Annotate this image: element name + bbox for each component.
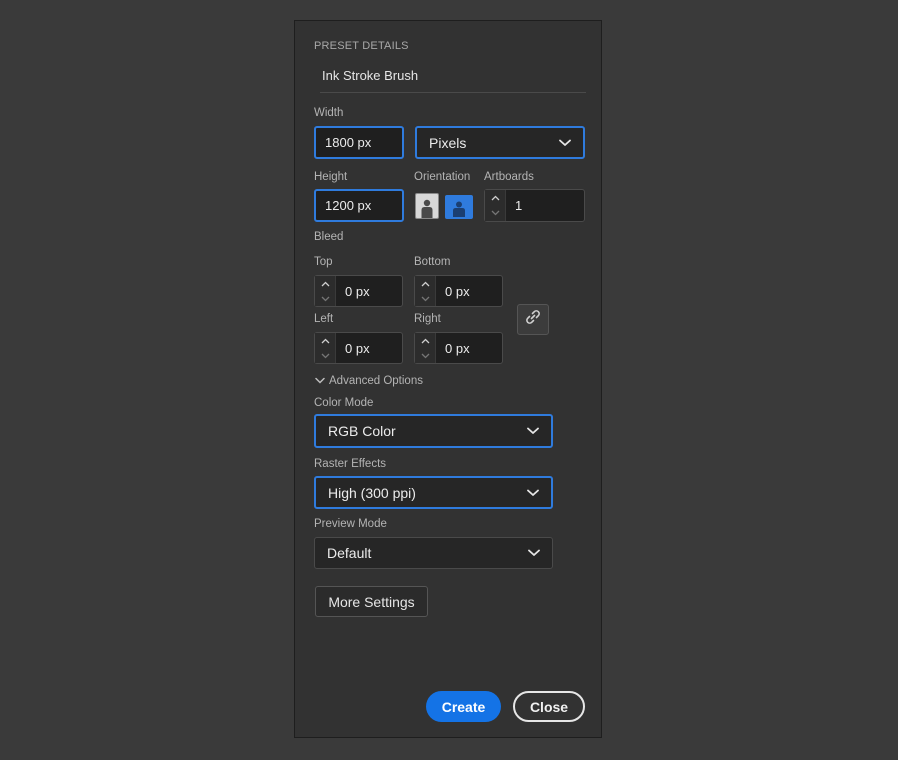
bleed-right-arrows [415,333,436,363]
units-value: Pixels [429,134,467,151]
width-input[interactable]: 1800 px [314,126,404,159]
bleed-top-arrows [315,276,336,306]
link-bleed-button[interactable] [517,304,549,335]
artboards-stepper[interactable]: 1 [484,189,585,222]
chevron-down-icon[interactable] [315,291,335,306]
chevron-down-icon[interactable] [415,348,435,363]
bleed-label: Bleed [314,231,344,243]
height-input[interactable]: 1200 px [314,189,404,222]
bleed-right-label: Right [414,313,441,325]
chevron-up-icon[interactable] [315,333,335,348]
bleed-bottom-stepper[interactable]: 0 px [414,275,503,307]
bleed-top-label: Top [314,256,333,268]
bleed-top-stepper[interactable]: 0 px [314,275,403,307]
artboards-label: Artboards [484,171,534,183]
bleed-bottom-label: Bottom [414,256,451,268]
bleed-left-label: Left [314,313,334,325]
advanced-options-toggle[interactable]: Advanced Options [315,375,423,387]
color-mode-select[interactable]: RGB Color [314,414,553,448]
bleed-bottom-arrows [415,276,436,306]
more-settings-button[interactable]: More Settings [315,586,428,617]
bleed-bottom-value: 0 px [445,283,470,299]
chevron-up-icon[interactable] [415,333,435,348]
chevron-down-icon [527,487,539,499]
advanced-options-label: Advanced Options [329,375,423,387]
landscape-orientation-icon[interactable] [445,195,473,219]
chevron-up-icon[interactable] [485,190,505,206]
raster-effects-label: Raster Effects [314,458,387,470]
new-document-preset-panel: PRESET DETAILS Ink Stroke Brush Width 18… [294,20,602,738]
color-mode-value: RGB Color [328,423,396,439]
preset-details-title: PRESET DETAILS [314,40,409,52]
chevron-up-icon[interactable] [415,276,435,291]
bleed-left-stepper[interactable]: 0 px [314,332,403,364]
chevron-down-icon [527,425,539,437]
preset-name-field[interactable]: Ink Stroke Brush [320,68,586,93]
color-mode-label: Color Mode [314,397,374,409]
bleed-left-arrows [315,333,336,363]
chevron-down-icon [528,547,540,559]
bleed-top-value: 0 px [345,283,370,299]
raster-effects-value: High (300 ppi) [328,484,416,501]
chevron-down-icon[interactable] [415,291,435,306]
bleed-right-value: 0 px [445,340,470,356]
chevron-down-icon[interactable] [315,348,335,363]
chevron-down-icon [559,137,571,149]
bleed-right-stepper[interactable]: 0 px [414,332,503,364]
link-icon [524,308,542,331]
preview-mode-value: Default [327,545,372,561]
artboards-value: 1 [515,198,523,213]
width-label: Width [314,107,344,119]
width-value: 1800 px [325,135,372,150]
close-button[interactable]: Close [513,691,585,722]
raster-effects-select[interactable]: High (300 ppi) [314,476,553,509]
chevron-down-icon [315,375,325,387]
preview-mode-label: Preview Mode [314,518,387,530]
chevron-down-icon[interactable] [485,206,505,222]
bleed-left-value: 0 px [345,340,370,356]
height-label: Height [314,171,348,183]
units-select[interactable]: Pixels [415,126,585,159]
create-button[interactable]: Create [426,691,501,722]
portrait-orientation-icon[interactable] [415,193,439,219]
artboards-stepper-arrows [485,190,506,221]
height-value: 1200 px [325,198,372,213]
preview-mode-select[interactable]: Default [314,537,553,569]
orientation-label: Orientation [414,171,471,183]
chevron-up-icon[interactable] [315,276,335,291]
